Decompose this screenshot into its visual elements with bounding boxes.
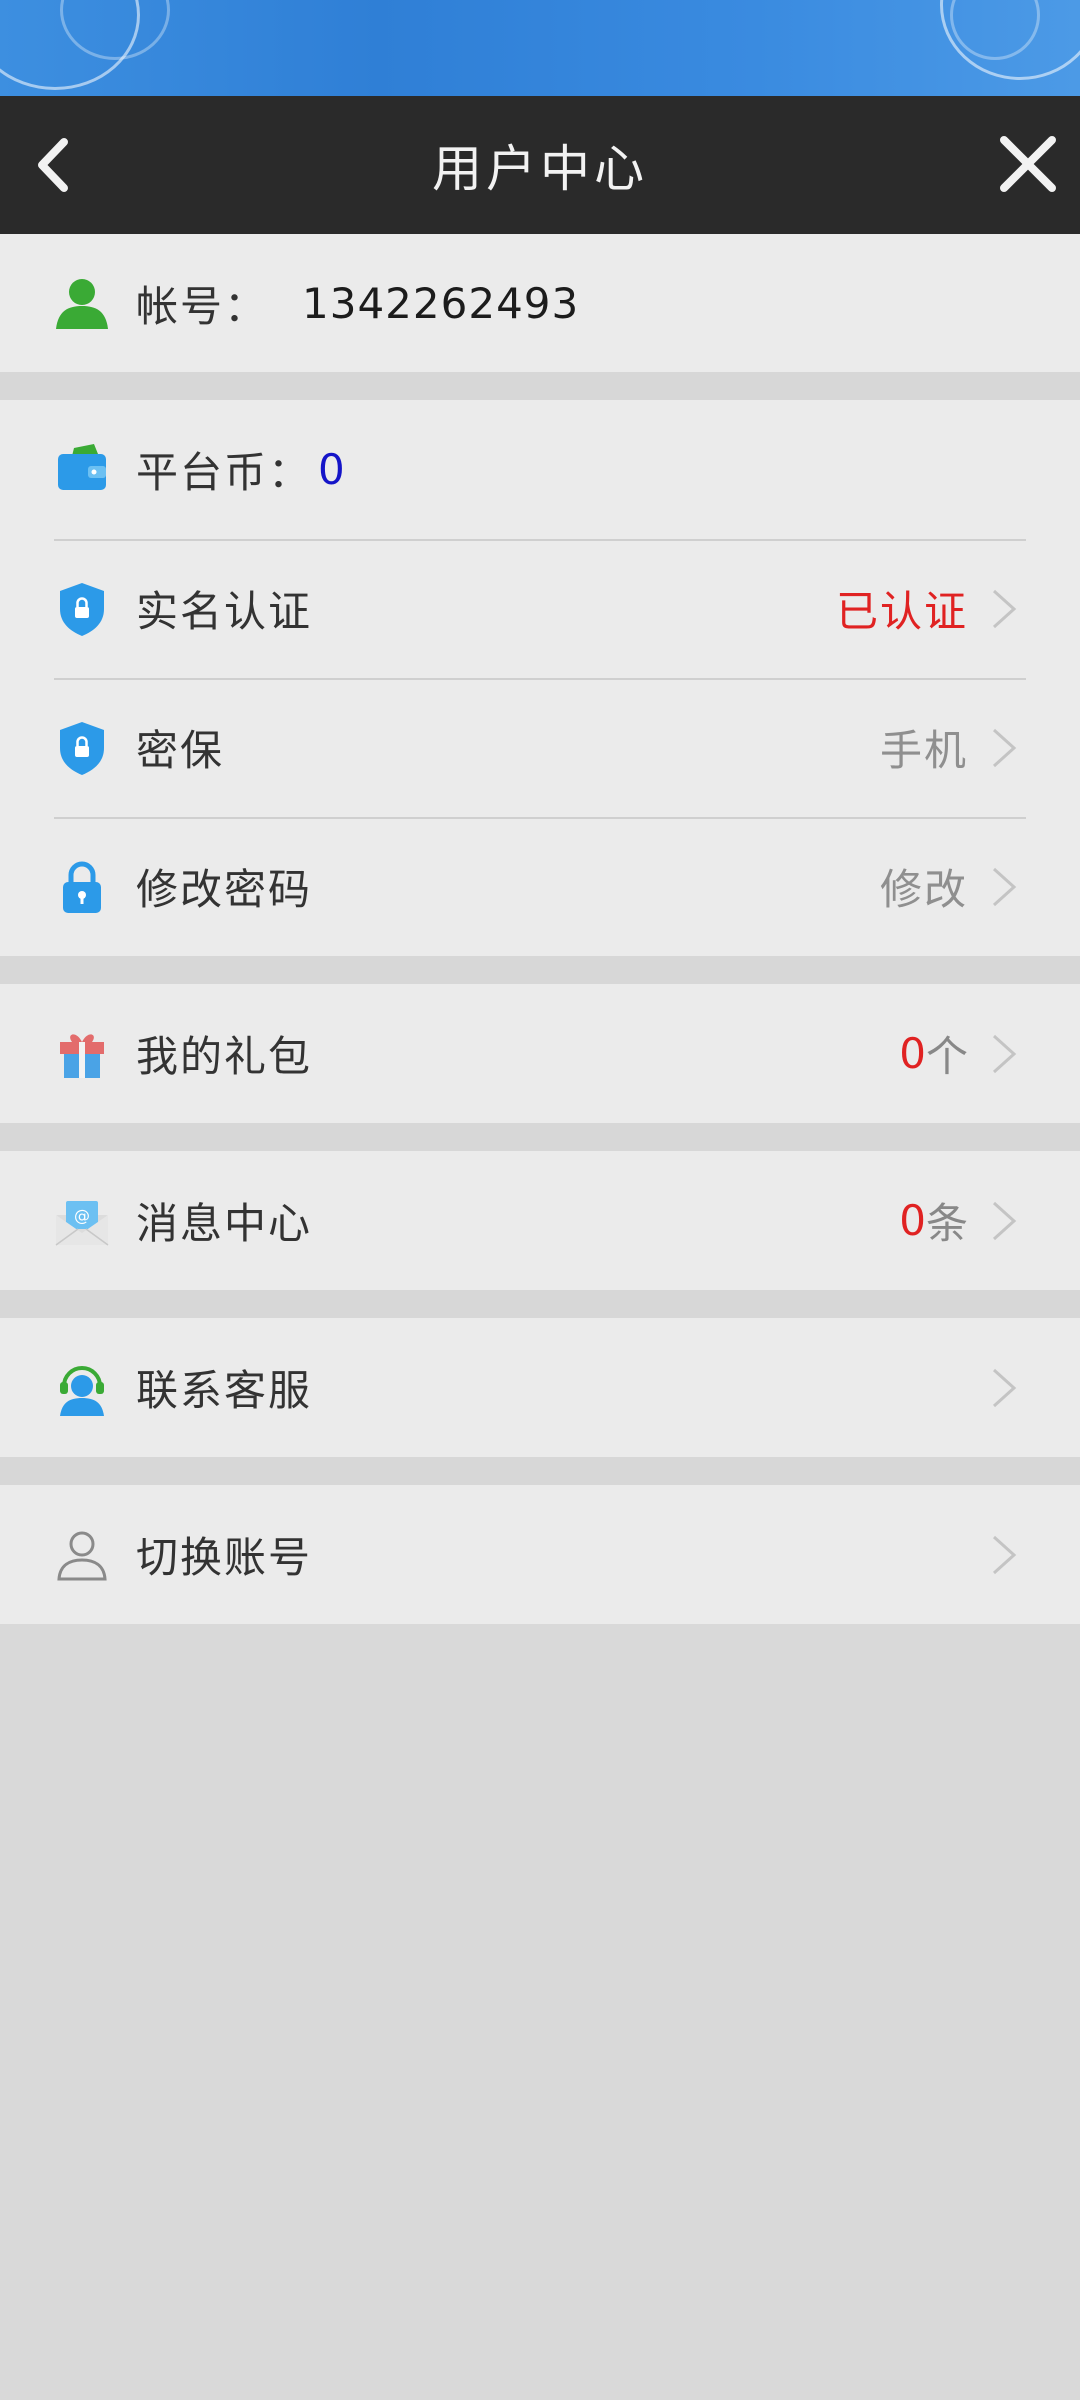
account-section: 帐号： 1342262493 <box>0 234 1080 372</box>
message-count: 0 <box>899 1196 926 1245</box>
messages-section: @ 消息中心 0 条 <box>0 1151 1080 1290</box>
close-icon <box>1000 136 1056 192</box>
account-number: 1342262493 <box>302 278 580 328</box>
account-settings-section: 平台币： 0 实名认证 已认证 密保 手机 修改密码 修改 <box>0 400 1080 956</box>
contact-support-label: 联系客服 <box>136 1366 313 1415</box>
message-center-row[interactable]: @ 消息中心 0 条 <box>0 1151 1080 1290</box>
chevron-right-icon <box>992 1034 1017 1073</box>
change-password-label: 修改密码 <box>136 865 313 914</box>
change-password-row[interactable]: 修改密码 修改 <box>0 817 1080 956</box>
security-label: 密保 <box>136 726 225 775</box>
game-background-strip <box>0 0 1080 96</box>
verification-status: 已认证 <box>835 587 968 636</box>
security-question-row[interactable]: 密保 手机 <box>0 678 1080 817</box>
shield-lock-icon <box>54 581 110 637</box>
real-name-verification-row[interactable]: 实名认证 已认证 <box>0 539 1080 678</box>
back-button[interactable] <box>26 132 86 198</box>
user-icon <box>54 275 110 331</box>
real-name-verification-label: 实名认证 <box>136 587 313 636</box>
switch-account-section: 切换账号 <box>0 1485 1080 1624</box>
chevron-right-icon <box>992 1368 1017 1407</box>
change-password-status: 修改 <box>879 865 968 914</box>
person-outline-icon <box>54 1527 110 1583</box>
back-arrow-icon <box>38 138 68 192</box>
page-title: 用户中心 <box>432 140 648 198</box>
message-center-label: 消息中心 <box>136 1199 313 1248</box>
shield-lock-icon <box>54 720 110 776</box>
platform-coins-label: 平台币： <box>136 448 313 497</box>
divider <box>0 372 1080 400</box>
chevron-right-icon <box>992 1535 1017 1574</box>
chevron-right-icon <box>992 1201 1017 1240</box>
gift-count-unit: 个 <box>925 1032 968 1081</box>
platform-coins-value: 0 <box>318 445 345 494</box>
mail-icon: @ <box>54 1193 110 1249</box>
padlock-icon <box>54 859 110 915</box>
account-label: 帐号： <box>136 281 269 331</box>
switch-account-row[interactable]: 切换账号 <box>0 1485 1080 1624</box>
platform-coins-row: 平台币： 0 <box>0 400 1080 539</box>
chevron-right-icon <box>992 728 1017 767</box>
wallet-icon <box>54 442 110 498</box>
chevron-right-icon <box>992 867 1017 906</box>
close-button[interactable] <box>996 132 1060 196</box>
chevron-right-icon <box>992 589 1017 628</box>
gift-count: 0 <box>899 1029 926 1078</box>
my-gifts-label: 我的礼包 <box>136 1032 313 1081</box>
divider <box>0 1123 1080 1151</box>
customer-service-icon <box>54 1360 110 1416</box>
divider <box>0 956 1080 984</box>
divider <box>0 1290 1080 1318</box>
message-count-unit: 条 <box>925 1199 968 1248</box>
svg-text:@: @ <box>74 1206 90 1225</box>
gift-icon <box>54 1026 110 1082</box>
my-gifts-row[interactable]: 我的礼包 0 个 <box>0 984 1080 1123</box>
security-status: 手机 <box>879 726 968 775</box>
title-bar: 用户中心 <box>0 96 1080 234</box>
divider <box>0 1457 1080 1485</box>
support-section: 联系客服 <box>0 1318 1080 1457</box>
contact-support-row[interactable]: 联系客服 <box>0 1318 1080 1457</box>
user-center-list: 帐号： 1342262493 平台币： 0 实名认证 已认证 密保 手机 修改密… <box>0 234 1080 1624</box>
switch-account-label: 切换账号 <box>136 1533 313 1582</box>
account-row: 帐号： 1342262493 <box>0 234 1080 372</box>
gifts-section: 我的礼包 0 个 <box>0 984 1080 1123</box>
